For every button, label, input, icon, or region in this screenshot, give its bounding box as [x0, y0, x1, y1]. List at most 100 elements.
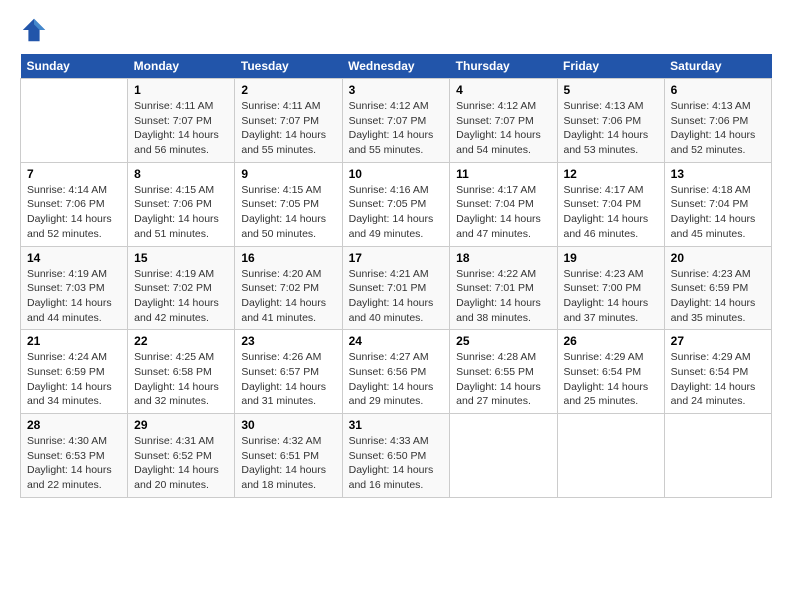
calendar-cell: 20Sunrise: 4:23 AMSunset: 6:59 PMDayligh…	[664, 246, 771, 330]
calendar-cell: 27Sunrise: 4:29 AMSunset: 6:54 PMDayligh…	[664, 330, 771, 414]
day-info: Sunrise: 4:18 AMSunset: 7:04 PMDaylight:…	[671, 184, 756, 240]
calendar-cell: 18 Sunrise: 4:22 AMSunset: 7:01 PMDayligh…	[450, 246, 557, 330]
calendar-cell: 22 Sunrise: 4:25 AMSunset: 6:58 PMDayligh…	[128, 330, 235, 414]
calendar-cell: 3 Sunrise: 4:12 AMSunset: 7:07 PMDaylight…	[342, 79, 450, 163]
day-header-sunday: Sunday	[21, 54, 128, 79]
calendar-cell: 31Sunrise: 4:33 AMSunset: 6:50 PMDayligh…	[342, 414, 450, 498]
calendar-cell: 5 Sunrise: 4:13 AMSunset: 7:06 PMDaylight…	[557, 79, 664, 163]
day-number: 5	[564, 83, 658, 97]
day-number: 28	[27, 418, 121, 432]
calendar-cell: 11 Sunrise: 4:17 AMSunset: 7:04 PMDayligh…	[450, 162, 557, 246]
day-info: Sunrise: 4:25 AMSunset: 6:58 PMDaylight:…	[134, 351, 219, 407]
day-number: 19	[564, 251, 658, 265]
calendar-cell	[664, 414, 771, 498]
calendar-cell: 17 Sunrise: 4:21 AMSunset: 7:01 PMDayligh…	[342, 246, 450, 330]
day-number: 8	[134, 167, 228, 181]
header	[20, 16, 772, 44]
day-number: 3	[349, 83, 444, 97]
day-info: Sunrise: 4:26 AMSunset: 6:57 PMDaylight:…	[241, 351, 326, 407]
day-info: Sunrise: 4:30 AMSunset: 6:53 PMDaylight:…	[27, 435, 112, 491]
calendar-cell: 30 Sunrise: 4:32 AMSunset: 6:51 PMDayligh…	[235, 414, 342, 498]
day-info: Sunrise: 4:23 AMSunset: 7:00 PMDaylight:…	[564, 268, 649, 324]
calendar-cell: 2 Sunrise: 4:11 AMSunset: 7:07 PMDaylight…	[235, 79, 342, 163]
logo	[20, 16, 52, 44]
calendar-cell: 26 Sunrise: 4:29 AMSunset: 6:54 PMDayligh…	[557, 330, 664, 414]
day-number: 17	[349, 251, 444, 265]
calendar-cell	[557, 414, 664, 498]
calendar-cell: 6 Sunrise: 4:13 AMSunset: 7:06 PMDaylight…	[664, 79, 771, 163]
day-info: Sunrise: 4:31 AMSunset: 6:52 PMDaylight:…	[134, 435, 219, 491]
calendar-cell: 28 Sunrise: 4:30 AMSunset: 6:53 PMDayligh…	[21, 414, 128, 498]
day-info: Sunrise: 4:12 AMSunset: 7:07 PMDaylight:…	[456, 100, 541, 156]
calendar-cell: 16 Sunrise: 4:20 AMSunset: 7:02 PMDayligh…	[235, 246, 342, 330]
day-info: Sunrise: 4:27 AMSunset: 6:56 PMDaylight:…	[349, 351, 434, 407]
calendar-cell: 4 Sunrise: 4:12 AMSunset: 7:07 PMDaylight…	[450, 79, 557, 163]
day-number: 22	[134, 334, 228, 348]
day-info: Sunrise: 4:13 AMSunset: 7:06 PMDaylight:…	[671, 100, 756, 156]
day-info: Sunrise: 4:15 AMSunset: 7:06 PMDaylight:…	[134, 184, 219, 240]
day-info: Sunrise: 4:16 AMSunset: 7:05 PMDaylight:…	[349, 184, 434, 240]
day-number: 2	[241, 83, 335, 97]
calendar-body: 1Sunrise: 4:11 AMSunset: 7:07 PMDaylight…	[21, 79, 772, 498]
day-number: 9	[241, 167, 335, 181]
calendar-cell: 9 Sunrise: 4:15 AMSunset: 7:05 PMDaylight…	[235, 162, 342, 246]
day-number: 26	[564, 334, 658, 348]
day-number: 18	[456, 251, 550, 265]
day-number: 16	[241, 251, 335, 265]
day-number: 21	[27, 334, 121, 348]
week-row-2: 7Sunrise: 4:14 AMSunset: 7:06 PMDaylight…	[21, 162, 772, 246]
day-header-wednesday: Wednesday	[342, 54, 450, 79]
calendar-cell: 21 Sunrise: 4:24 AMSunset: 6:59 PMDayligh…	[21, 330, 128, 414]
day-info: Sunrise: 4:12 AMSunset: 7:07 PMDaylight:…	[349, 100, 434, 156]
calendar-cell: 7Sunrise: 4:14 AMSunset: 7:06 PMDaylight…	[21, 162, 128, 246]
day-info: Sunrise: 4:20 AMSunset: 7:02 PMDaylight:…	[241, 268, 326, 324]
day-info: Sunrise: 4:29 AMSunset: 6:54 PMDaylight:…	[564, 351, 649, 407]
day-info: Sunrise: 4:28 AMSunset: 6:55 PMDaylight:…	[456, 351, 541, 407]
calendar-cell: 19 Sunrise: 4:23 AMSunset: 7:00 PMDayligh…	[557, 246, 664, 330]
day-number: 12	[564, 167, 658, 181]
day-header-thursday: Thursday	[450, 54, 557, 79]
day-number: 29	[134, 418, 228, 432]
day-number: 20	[671, 251, 765, 265]
day-number: 4	[456, 83, 550, 97]
day-info: Sunrise: 4:15 AMSunset: 7:05 PMDaylight:…	[241, 184, 326, 240]
day-number: 13	[671, 167, 765, 181]
day-info: Sunrise: 4:13 AMSunset: 7:06 PMDaylight:…	[564, 100, 649, 156]
day-number: 6	[671, 83, 765, 97]
calendar-cell: 15Sunrise: 4:19 AMSunset: 7:02 PMDayligh…	[128, 246, 235, 330]
calendar-cell: 13 Sunrise: 4:18 AMSunset: 7:04 PMDayligh…	[664, 162, 771, 246]
day-info: Sunrise: 4:33 AMSunset: 6:50 PMDaylight:…	[349, 435, 434, 491]
day-number: 11	[456, 167, 550, 181]
day-header-tuesday: Tuesday	[235, 54, 342, 79]
day-number: 14	[27, 251, 121, 265]
day-info: Sunrise: 4:19 AMSunset: 7:03 PMDaylight:…	[27, 268, 112, 324]
day-info: Sunrise: 4:11 AMSunset: 7:07 PMDaylight:…	[134, 100, 219, 156]
day-info: Sunrise: 4:24 AMSunset: 6:59 PMDaylight:…	[27, 351, 112, 407]
day-info: Sunrise: 4:32 AMSunset: 6:51 PMDaylight:…	[241, 435, 326, 491]
day-info: Sunrise: 4:19 AMSunset: 7:02 PMDaylight:…	[134, 268, 219, 324]
week-row-4: 21 Sunrise: 4:24 AMSunset: 6:59 PMDayligh…	[21, 330, 772, 414]
day-header-friday: Friday	[557, 54, 664, 79]
logo-icon	[20, 16, 48, 44]
days-header-row: SundayMondayTuesdayWednesdayThursdayFrid…	[21, 54, 772, 79]
page-container: SundayMondayTuesdayWednesdayThursdayFrid…	[0, 0, 792, 508]
day-number: 7	[27, 167, 121, 181]
calendar-cell: 23 Sunrise: 4:26 AMSunset: 6:57 PMDayligh…	[235, 330, 342, 414]
calendar-cell: 25Sunrise: 4:28 AMSunset: 6:55 PMDayligh…	[450, 330, 557, 414]
week-row-3: 14 Sunrise: 4:19 AMSunset: 7:03 PMDayligh…	[21, 246, 772, 330]
day-info: Sunrise: 4:29 AMSunset: 6:54 PMDaylight:…	[671, 351, 756, 407]
day-info: Sunrise: 4:11 AMSunset: 7:07 PMDaylight:…	[241, 100, 326, 156]
day-number: 24	[349, 334, 444, 348]
day-info: Sunrise: 4:22 AMSunset: 7:01 PMDaylight:…	[456, 268, 541, 324]
calendar-cell: 29 Sunrise: 4:31 AMSunset: 6:52 PMDayligh…	[128, 414, 235, 498]
day-number: 10	[349, 167, 444, 181]
week-row-1: 1Sunrise: 4:11 AMSunset: 7:07 PMDaylight…	[21, 79, 772, 163]
calendar-cell	[21, 79, 128, 163]
day-header-saturday: Saturday	[664, 54, 771, 79]
day-number: 30	[241, 418, 335, 432]
calendar-cell: 24 Sunrise: 4:27 AMSunset: 6:56 PMDayligh…	[342, 330, 450, 414]
day-number: 23	[241, 334, 335, 348]
day-info: Sunrise: 4:21 AMSunset: 7:01 PMDaylight:…	[349, 268, 434, 324]
day-info: Sunrise: 4:17 AMSunset: 7:04 PMDaylight:…	[456, 184, 541, 240]
calendar-header: SundayMondayTuesdayWednesdayThursdayFrid…	[21, 54, 772, 79]
